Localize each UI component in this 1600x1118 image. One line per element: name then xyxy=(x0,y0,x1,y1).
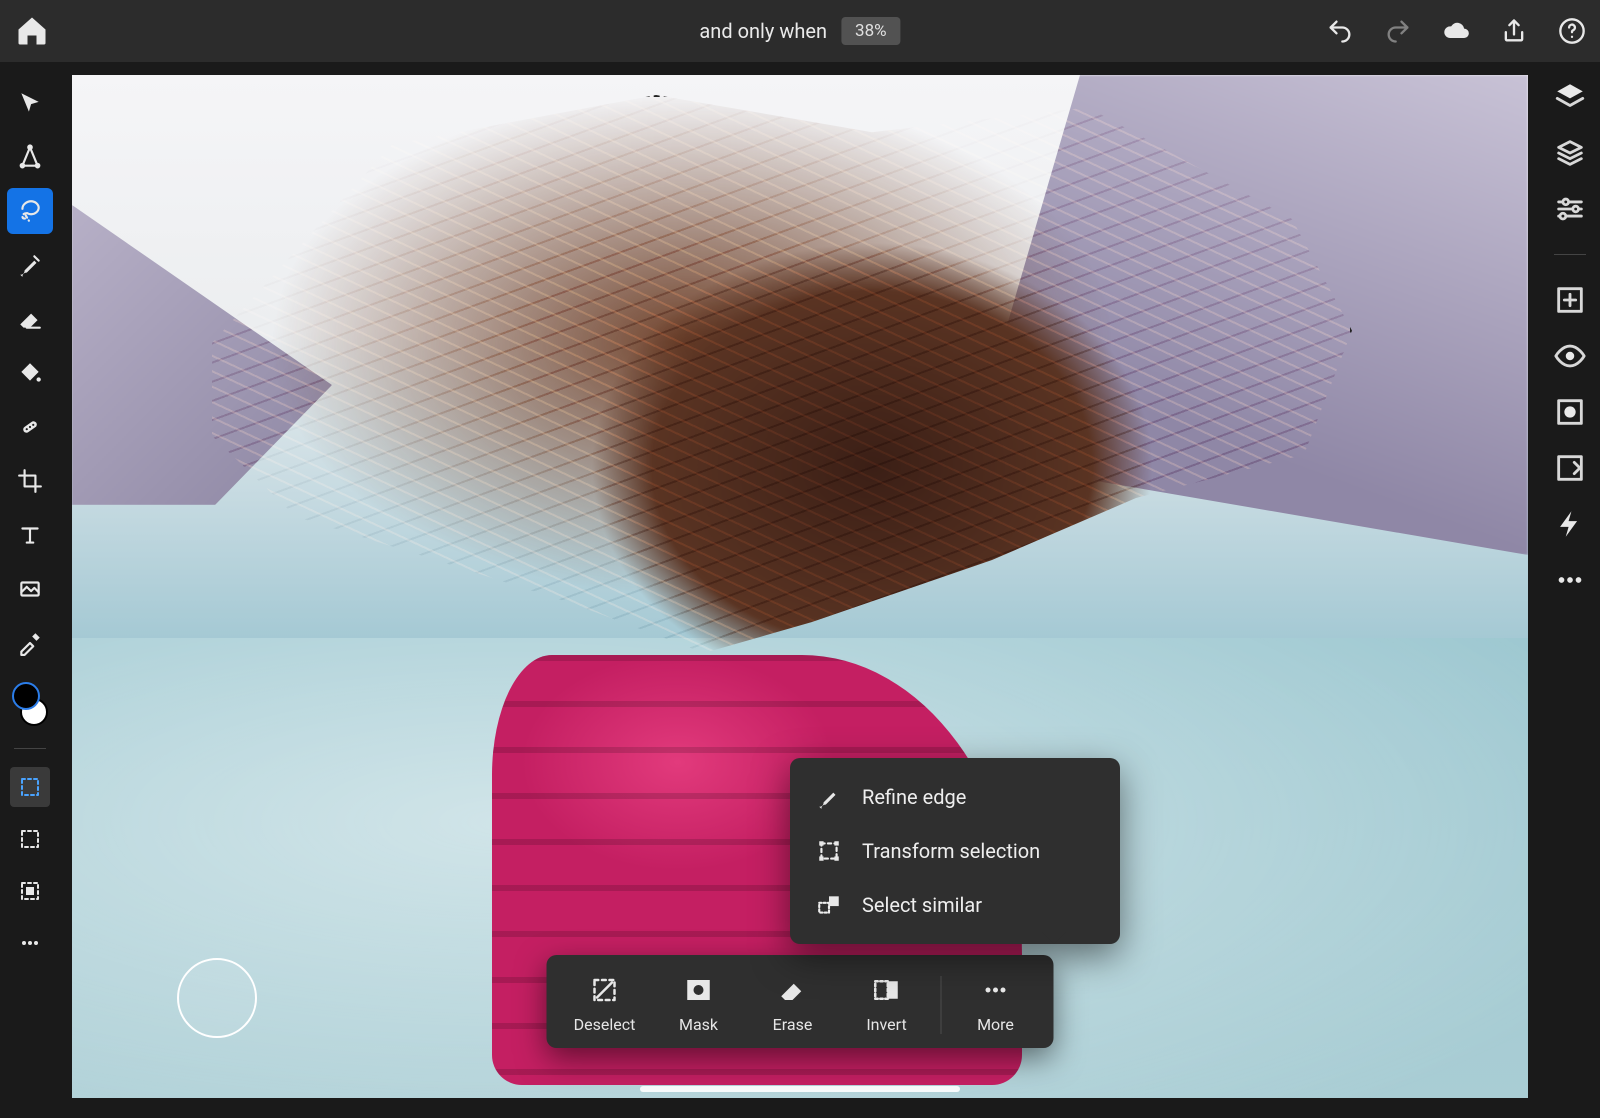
foreground-color[interactable] xyxy=(12,682,40,710)
selection-bar-divider xyxy=(941,976,942,1034)
undo-button[interactable] xyxy=(1326,17,1354,45)
erase-label: Erase xyxy=(773,1015,813,1034)
refine-edge-label: Refine edge xyxy=(862,785,966,809)
transform-selection-label: Transform selection xyxy=(862,839,1040,863)
cloud-sync-icon[interactable] xyxy=(1442,17,1470,45)
type-tool[interactable] xyxy=(7,512,53,558)
left-toolbar xyxy=(0,62,60,1118)
home-indicator xyxy=(640,1086,960,1092)
right-divider xyxy=(1554,254,1586,255)
more-action-button[interactable]: More xyxy=(950,969,1042,1040)
crop-tool[interactable] xyxy=(7,458,53,504)
transform-selection-item[interactable]: Transform selection xyxy=(790,824,1120,878)
more-right-button[interactable] xyxy=(1553,563,1587,597)
mask-button[interactable] xyxy=(1553,395,1587,429)
place-image-tool[interactable] xyxy=(7,566,53,612)
help-button[interactable] xyxy=(1558,17,1586,45)
more-tools-button[interactable] xyxy=(10,923,50,963)
canvas[interactable] xyxy=(72,75,1528,1098)
redo-button[interactable] xyxy=(1384,17,1412,45)
marquee-dashed-tool[interactable] xyxy=(10,819,50,859)
share-button[interactable] xyxy=(1500,17,1528,45)
marquee-full-tool[interactable] xyxy=(10,871,50,911)
more-label: More xyxy=(977,1015,1014,1034)
selection-action-bar: Deselect Mask Erase Invert More xyxy=(547,955,1054,1048)
top-bar: and only when 38% xyxy=(0,0,1600,62)
home-button[interactable] xyxy=(14,13,50,49)
brush-cursor-preview xyxy=(177,958,257,1038)
fill-tool[interactable] xyxy=(7,350,53,396)
eyedropper-tool[interactable] xyxy=(7,620,53,666)
invert-action-button[interactable]: Invert xyxy=(841,969,933,1040)
zoom-level[interactable]: 38% xyxy=(841,17,901,45)
move-tool[interactable] xyxy=(7,80,53,126)
deselect-button[interactable]: Deselect xyxy=(559,969,651,1040)
document-title: and only when xyxy=(699,19,827,43)
add-layer-button[interactable] xyxy=(1553,283,1587,317)
more-popover: Refine edge Transform selection Select s… xyxy=(790,758,1120,944)
transform-tool[interactable] xyxy=(7,134,53,180)
selection-subtools xyxy=(10,767,50,963)
lasso-tool[interactable] xyxy=(7,188,53,234)
select-similar-label: Select similar xyxy=(862,893,982,917)
toolbar-divider xyxy=(14,748,46,749)
layer-properties-button[interactable] xyxy=(1553,136,1587,170)
right-toolbar xyxy=(1540,62,1600,1118)
refine-edge-item[interactable]: Refine edge xyxy=(790,770,1120,824)
layers-panel-button[interactable] xyxy=(1553,80,1587,114)
canvas-image xyxy=(72,75,1528,1098)
brush-tool[interactable] xyxy=(7,242,53,288)
effects-button[interactable] xyxy=(1553,507,1587,541)
deselect-label: Deselect xyxy=(574,1015,636,1034)
marquee-rect-tool[interactable] xyxy=(10,767,50,807)
eraser-tool[interactable] xyxy=(7,296,53,342)
flip-button[interactable] xyxy=(1553,451,1587,485)
healing-tool[interactable] xyxy=(7,404,53,450)
color-swatches[interactable] xyxy=(10,682,50,726)
mask-label: Mask xyxy=(679,1015,718,1034)
adjustments-button[interactable] xyxy=(1553,192,1587,226)
invert-label: Invert xyxy=(866,1015,906,1034)
erase-action-button[interactable]: Erase xyxy=(747,969,839,1040)
mask-action-button[interactable]: Mask xyxy=(653,969,745,1040)
visibility-button[interactable] xyxy=(1553,339,1587,373)
select-similar-item[interactable]: Select similar xyxy=(790,878,1120,932)
